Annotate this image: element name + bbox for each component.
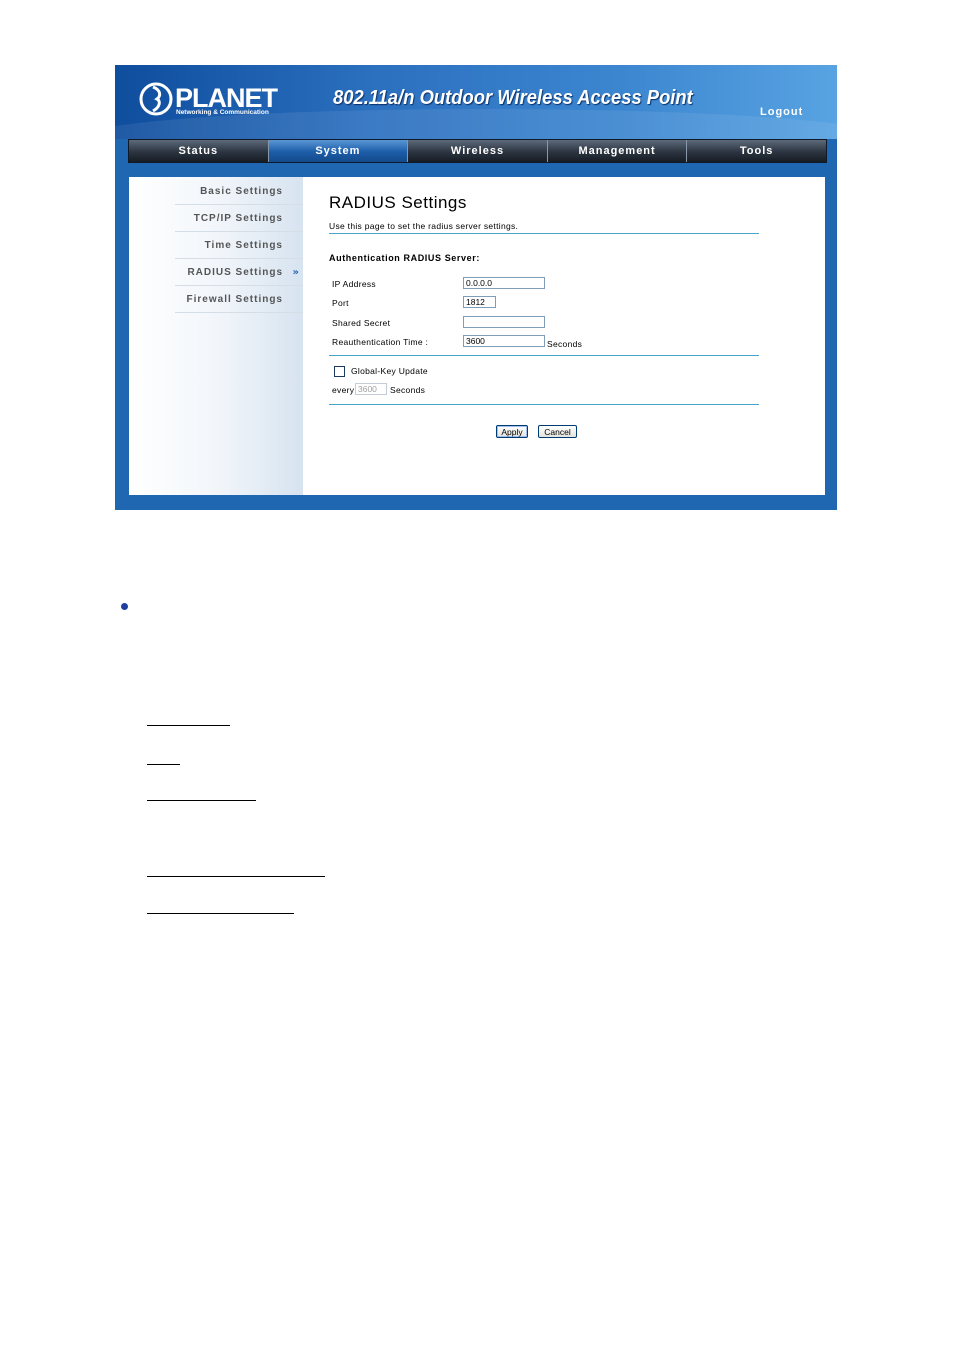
main-form: RADIUS Settings Use this page to set the… <box>303 177 825 495</box>
shared-secret-input[interactable] <box>463 316 545 328</box>
sidebar-item-label: TCP/IP Settings <box>193 213 283 224</box>
sidebar-item-tcpip-settings[interactable]: TCP/IP Settings <box>175 205 303 232</box>
logout-link[interactable]: Logout <box>760 106 803 118</box>
global-key-interval-unit: Seconds <box>390 385 426 395</box>
sidebar-item-time-settings[interactable]: Time Settings <box>175 232 303 259</box>
section-title: Authentication RADIUS Server: <box>329 253 480 263</box>
reauth-time-input[interactable]: 3600 <box>463 335 545 347</box>
underline-rule <box>147 913 294 914</box>
underline-rule <box>147 764 180 765</box>
sidebar-item-label: Firewall Settings <box>186 294 283 305</box>
underline-rule <box>147 725 230 726</box>
tab-management[interactable]: Management <box>548 140 688 162</box>
every-label: every <box>332 385 355 395</box>
sidebar: Basic Settings TCP/IP Settings Time Sett… <box>129 177 303 495</box>
port-input[interactable]: 1812 <box>463 296 496 308</box>
globe-face-icon <box>139 82 173 116</box>
top-nav: Status System Wireless Management Tools <box>128 139 827 163</box>
app-window: PLANET Networking & Communication 802.11… <box>115 65 837 510</box>
sidebar-item-label: Time Settings <box>204 240 283 251</box>
sidebar-item-label: Basic Settings <box>200 186 283 197</box>
shared-secret-label: Shared Secret <box>332 318 391 328</box>
logo-tagline: Networking & Communication <box>176 109 269 116</box>
product-title: 802.11a/n Outdoor Wireless Access Point <box>333 87 693 109</box>
tab-system[interactable]: System <box>268 140 409 162</box>
ip-address-label: IP Address <box>332 279 376 289</box>
divider <box>329 404 759 405</box>
app-footer-bar <box>115 495 837 510</box>
sidebar-item-basic-settings[interactable]: Basic Settings <box>175 178 303 205</box>
content-panel: Basic Settings TCP/IP Settings Time Sett… <box>129 177 825 495</box>
header-banner: PLANET Networking & Communication 802.11… <box>115 65 837 139</box>
sidebar-item-radius-settings[interactable]: RADIUS Settings » <box>175 259 303 286</box>
tab-wireless[interactable]: Wireless <box>408 140 548 162</box>
port-label: Port <box>332 298 349 308</box>
tab-status[interactable]: Status <box>129 140 269 162</box>
apply-button[interactable]: Apply <box>496 425 528 438</box>
global-key-interval-input[interactable]: 3600 <box>355 383 387 395</box>
divider <box>329 355 759 356</box>
reauth-time-unit: Seconds <box>547 339 583 349</box>
tab-tools[interactable]: Tools <box>687 140 826 162</box>
global-key-update-label: Global-Key Update <box>351 366 428 376</box>
reauth-time-label: Reauthentication Time : <box>332 337 429 347</box>
planet-logo: PLANET Networking & Communication <box>139 82 279 126</box>
global-key-update-checkbox[interactable] <box>334 366 345 377</box>
divider <box>329 233 759 234</box>
cancel-button[interactable]: Cancel <box>538 425 577 438</box>
double-chevron-right-icon: » <box>292 267 299 278</box>
ip-address-input[interactable]: 0.0.0.0 <box>463 277 545 289</box>
sidebar-item-label: RADIUS Settings <box>187 267 283 278</box>
underline-rule <box>147 800 256 801</box>
page-title: RADIUS Settings <box>329 193 467 212</box>
underline-rule <box>147 876 325 877</box>
page-description: Use this page to set the radius server s… <box>329 221 519 231</box>
bullet-point <box>121 603 128 610</box>
sidebar-item-firewall-settings[interactable]: Firewall Settings <box>175 286 303 313</box>
